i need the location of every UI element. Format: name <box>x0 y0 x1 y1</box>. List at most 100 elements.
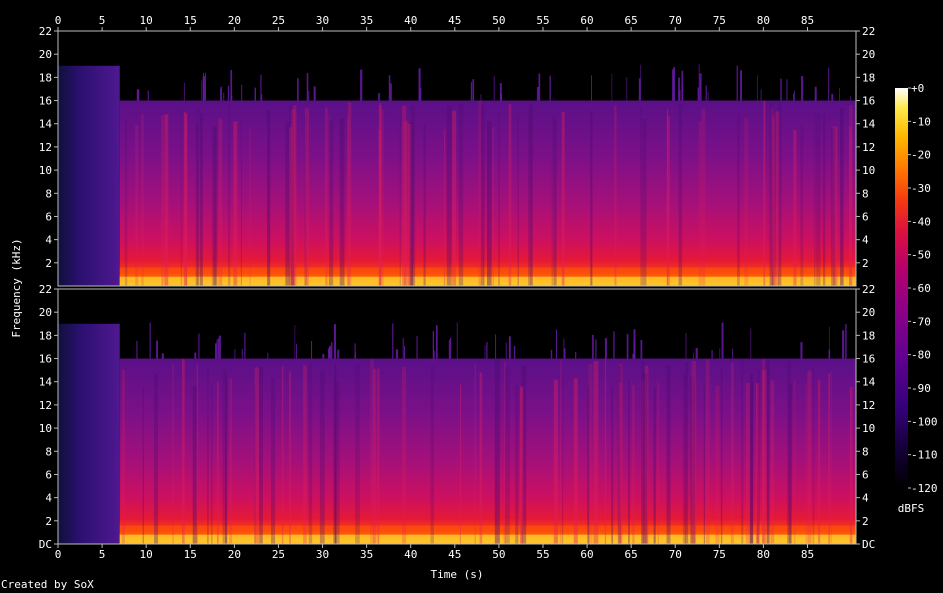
striation <box>831 128 836 286</box>
striation <box>720 367 723 544</box>
x-tick-label-top: 15 <box>184 14 197 27</box>
high-frequency-spike <box>673 67 675 101</box>
striation <box>479 372 483 544</box>
high-frequency-spike <box>736 65 738 101</box>
striation <box>308 362 313 544</box>
y-tick-label-left: 14 <box>39 118 53 131</box>
y-tick-label-left: 18 <box>39 329 52 342</box>
high-frequency-spike <box>404 346 406 359</box>
high-frequency-spike <box>640 64 641 101</box>
high-frequency-spike <box>147 90 149 101</box>
striation <box>701 108 706 286</box>
striation <box>504 367 510 544</box>
high-frequency-spike <box>402 338 404 359</box>
x-tick-label-bottom: 65 <box>625 548 638 561</box>
high-frequency-spike <box>850 96 851 101</box>
striation <box>329 120 334 286</box>
y-tick-label-right: 8 <box>862 187 869 200</box>
high-frequency-spike <box>842 330 845 359</box>
x-tick-label-top: 55 <box>536 14 549 27</box>
y-tick-label-right: 2 <box>862 257 869 270</box>
striation <box>737 113 740 286</box>
high-frequency-spike <box>740 70 742 101</box>
y-tick-label-right: 12 <box>862 141 875 154</box>
striation <box>217 382 219 544</box>
high-frequency-spike <box>470 82 472 101</box>
striation <box>333 374 337 544</box>
y-tick-label-right: 16 <box>862 95 875 108</box>
x-tick-label-top: 60 <box>580 14 593 27</box>
high-frequency-spike <box>223 92 225 101</box>
striation <box>769 102 774 286</box>
striation <box>200 113 203 286</box>
striation <box>593 361 599 544</box>
high-frequency-spike <box>337 349 340 359</box>
high-frequency-spike <box>450 337 452 359</box>
striation <box>452 110 457 286</box>
striation <box>478 100 482 286</box>
striation <box>508 104 512 286</box>
x-tick-label-top: 40 <box>404 14 417 27</box>
high-frequency-spike <box>633 329 636 359</box>
striation <box>632 385 635 544</box>
high-frequency-spike <box>699 73 702 101</box>
high-frequency-spike <box>679 89 681 101</box>
high-frequency-spike <box>611 73 613 101</box>
x-tick-label-bottom: 60 <box>580 548 593 561</box>
high-frequency-spike <box>613 331 615 359</box>
y-tick-label-right: 10 <box>862 422 875 435</box>
striation <box>164 114 169 286</box>
y-tick-label-left: 10 <box>39 422 52 435</box>
striation <box>691 361 697 544</box>
high-frequency-spike <box>216 340 218 359</box>
striation <box>793 379 796 544</box>
striation <box>240 119 242 286</box>
striation <box>196 363 198 544</box>
colorbar-unit-label: dBFS <box>898 502 925 515</box>
y-tick-label-right: 6 <box>862 210 869 223</box>
high-frequency-spike <box>681 70 684 101</box>
colorbar-tick-label: -70 <box>911 315 931 328</box>
y-tick-label-left: 10 <box>39 164 52 177</box>
striation <box>840 108 844 286</box>
high-frequency-spike <box>760 89 762 101</box>
x-tick-label-top: 20 <box>228 14 241 27</box>
striation <box>135 125 139 286</box>
striation <box>339 118 345 287</box>
high-frequency-spike <box>204 72 206 101</box>
striation <box>766 360 770 544</box>
striation <box>192 386 197 544</box>
colorbar-tick-label: -60 <box>911 282 931 295</box>
high-frequency-spike <box>604 338 607 359</box>
high-frequency-spike <box>227 86 230 101</box>
striation <box>684 362 689 544</box>
striation <box>492 126 494 287</box>
high-frequency-spike <box>392 323 394 359</box>
x-tick-label-top: 30 <box>316 14 329 27</box>
striation <box>818 379 821 544</box>
intro-segment <box>58 323 120 544</box>
high-frequency-spike <box>156 340 158 359</box>
high-frequency-spike <box>493 76 495 101</box>
striation <box>561 111 565 287</box>
striation <box>225 373 228 544</box>
y-tick-label-right: 14 <box>862 118 876 131</box>
striation <box>775 111 780 286</box>
striation <box>430 366 434 544</box>
striation <box>211 382 213 544</box>
spectrogram-figure: 22 2220 2018 1816 1614 1412 1210 108 86 64 42 222 22… <box>10 14 938 581</box>
y-tick-label-right: 22 <box>862 25 875 38</box>
high-frequency-spike <box>230 70 233 101</box>
channel-1-spectrogram <box>58 64 856 287</box>
x-tick-label-bottom: 45 <box>448 548 461 561</box>
striation <box>195 123 199 286</box>
striation <box>830 371 832 544</box>
striation <box>698 121 702 286</box>
y-tick-label-left: 6 <box>45 468 52 481</box>
high-frequency-spike <box>436 325 438 359</box>
y-tick-label-right: 18 <box>862 329 875 342</box>
striation <box>800 126 804 286</box>
x-tick-label-top: 85 <box>801 14 814 27</box>
striation <box>446 106 452 286</box>
high-frequency-spike <box>640 340 643 359</box>
